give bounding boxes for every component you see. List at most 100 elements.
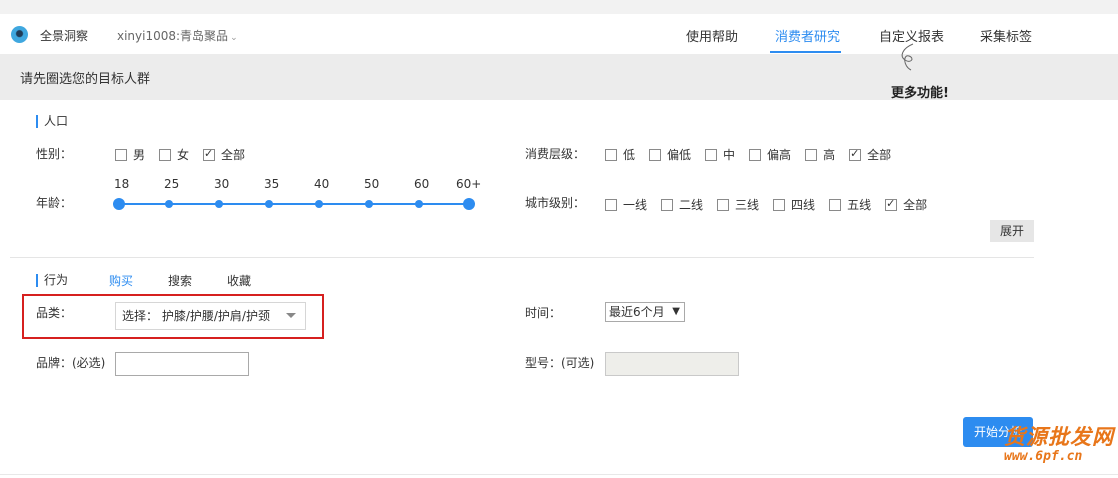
consumption-option-mid[interactable]: 中 — [705, 146, 735, 163]
age-tick: 40 — [314, 177, 330, 191]
gender-option-all[interactable]: 全部 — [203, 146, 245, 163]
consumption-option-low[interactable]: 低 — [605, 146, 635, 163]
model-input[interactable] — [605, 352, 739, 376]
consumption-option-all[interactable]: 全部 — [849, 146, 891, 163]
expand-button[interactable]: 展开 — [990, 220, 1034, 242]
age-tick: 18 — [114, 177, 130, 191]
consumption-option-lowish[interactable]: 偏低 — [649, 146, 691, 163]
checkbox-checked[interactable] — [203, 147, 216, 161]
option-label: 低 — [623, 148, 636, 162]
target-prompt: 请先圈选您的目标人群 — [20, 72, 151, 87]
time-select[interactable]: 最近6个月 ▼ — [605, 302, 685, 322]
option-label: 偏低 — [667, 148, 692, 162]
checkbox[interactable] — [649, 148, 662, 161]
bottom-divider — [0, 474, 1118, 475]
caret-down-icon — [286, 313, 296, 318]
section-title-population: 人口 — [36, 115, 68, 128]
checkbox-checked[interactable] — [849, 147, 862, 161]
checkbox[interactable] — [805, 148, 818, 161]
nav-help[interactable]: 使用帮助 — [686, 26, 738, 45]
time-label: 时间： — [525, 306, 562, 320]
age-tick: 25 — [164, 177, 180, 191]
checkbox[interactable] — [705, 148, 718, 161]
option-label: 女 — [177, 148, 190, 162]
city-options: 一线 二线 三线 四线 五线 全部 — [605, 196, 941, 213]
age-slider-stop[interactable] — [265, 200, 273, 208]
checkbox-checked[interactable] — [885, 197, 898, 211]
target-bar — [0, 54, 1118, 100]
app-name: 全景洞察 — [40, 29, 89, 43]
age-slider-stop[interactable] — [215, 200, 223, 208]
chevron-down-icon: ⌄ — [230, 33, 238, 43]
consumption-option-highish[interactable]: 偏高 — [749, 146, 791, 163]
logo-icon — [11, 26, 28, 43]
age-label: 年龄： — [36, 196, 73, 210]
triangle-down-icon: ▼ — [672, 306, 680, 317]
city-option-tier3[interactable]: 三线 — [717, 196, 759, 213]
age-tick: 60+ — [456, 177, 482, 191]
checkbox[interactable] — [661, 198, 674, 211]
curl-arrow-icon — [901, 43, 914, 71]
account-switcher[interactable]: xinyi1008:青岛聚品 ⌄ — [117, 27, 238, 44]
brand-input[interactable] — [115, 352, 249, 376]
model-label: 型号：(可选) — [525, 356, 595, 370]
age-slider-handle-min[interactable] — [113, 198, 125, 210]
city-option-tier5[interactable]: 五线 — [829, 196, 871, 213]
checkbox[interactable] — [115, 148, 127, 161]
more-features-tip: 更多功能! — [891, 86, 949, 101]
option-label: 全部 — [867, 148, 892, 162]
option-label: 二线 — [679, 198, 704, 212]
checkbox[interactable] — [605, 198, 617, 211]
gender-options: 男 女 全部 — [115, 146, 259, 163]
option-label: 全部 — [221, 148, 246, 162]
nav-consumer-research[interactable]: 消费者研究 — [775, 26, 840, 45]
option-label: 五线 — [847, 198, 872, 212]
checkbox[interactable] — [773, 198, 786, 211]
city-option-tier1[interactable]: 一线 — [605, 196, 647, 213]
age-tick: 35 — [264, 177, 280, 191]
consumption-option-high[interactable]: 高 — [805, 146, 835, 163]
age-slider-stop[interactable] — [165, 200, 173, 208]
city-option-all[interactable]: 全部 — [885, 196, 927, 213]
checkbox[interactable] — [605, 148, 617, 161]
age-tick: 30 — [214, 177, 230, 191]
account-name: xinyi1008:青岛聚品 — [117, 29, 229, 43]
tab-purchase[interactable]: 购买 — [109, 272, 133, 289]
category-select[interactable]: 选择： 护膝/护腰/护肩/护颈 — [115, 302, 306, 330]
age-tick: 50 — [364, 177, 380, 191]
city-option-tier4[interactable]: 四线 — [773, 196, 815, 213]
option-label: 一线 — [623, 198, 648, 212]
tab-search[interactable]: 搜索 — [168, 272, 192, 289]
city-option-tier2[interactable]: 二线 — [661, 196, 703, 213]
age-tick: 60 — [414, 177, 430, 191]
checkbox[interactable] — [749, 148, 762, 161]
watermark-title: 货源批发网 — [1004, 424, 1114, 449]
nav-active-indicator — [770, 51, 841, 53]
option-label: 三线 — [735, 198, 760, 212]
age-slider-stop[interactable] — [315, 200, 323, 208]
nav-collect-tags[interactable]: 采集标签 — [980, 26, 1032, 45]
tab-favorite[interactable]: 收藏 — [227, 272, 251, 289]
option-label: 高 — [823, 148, 836, 162]
age-slider-stop[interactable] — [415, 200, 423, 208]
gender-option-female[interactable]: 女 — [159, 146, 189, 163]
age-slider-handle-max[interactable] — [463, 198, 475, 210]
section-divider — [10, 257, 1034, 258]
checkbox[interactable] — [159, 148, 172, 161]
gender-label: 性别： — [36, 147, 73, 161]
city-label: 城市级别： — [525, 196, 586, 210]
option-label: 全部 — [903, 198, 928, 212]
option-label: 四线 — [791, 198, 816, 212]
section-title-behavior: 行为 — [36, 274, 68, 287]
watermark-url: www.6pf.cn — [1004, 449, 1083, 464]
checkbox[interactable] — [829, 198, 842, 211]
option-label: 男 — [133, 148, 146, 162]
option-label: 中 — [723, 148, 736, 162]
option-label: 偏高 — [767, 148, 792, 162]
time-select-value: 最近6个月 — [609, 305, 665, 319]
checkbox[interactable] — [717, 198, 730, 211]
gender-option-male[interactable]: 男 — [115, 146, 145, 163]
brand-label: 品牌：(必选) — [36, 356, 106, 370]
age-slider-stop[interactable] — [365, 200, 373, 208]
consumption-options: 低 偏低 中 偏高 高 全部 — [605, 146, 905, 163]
